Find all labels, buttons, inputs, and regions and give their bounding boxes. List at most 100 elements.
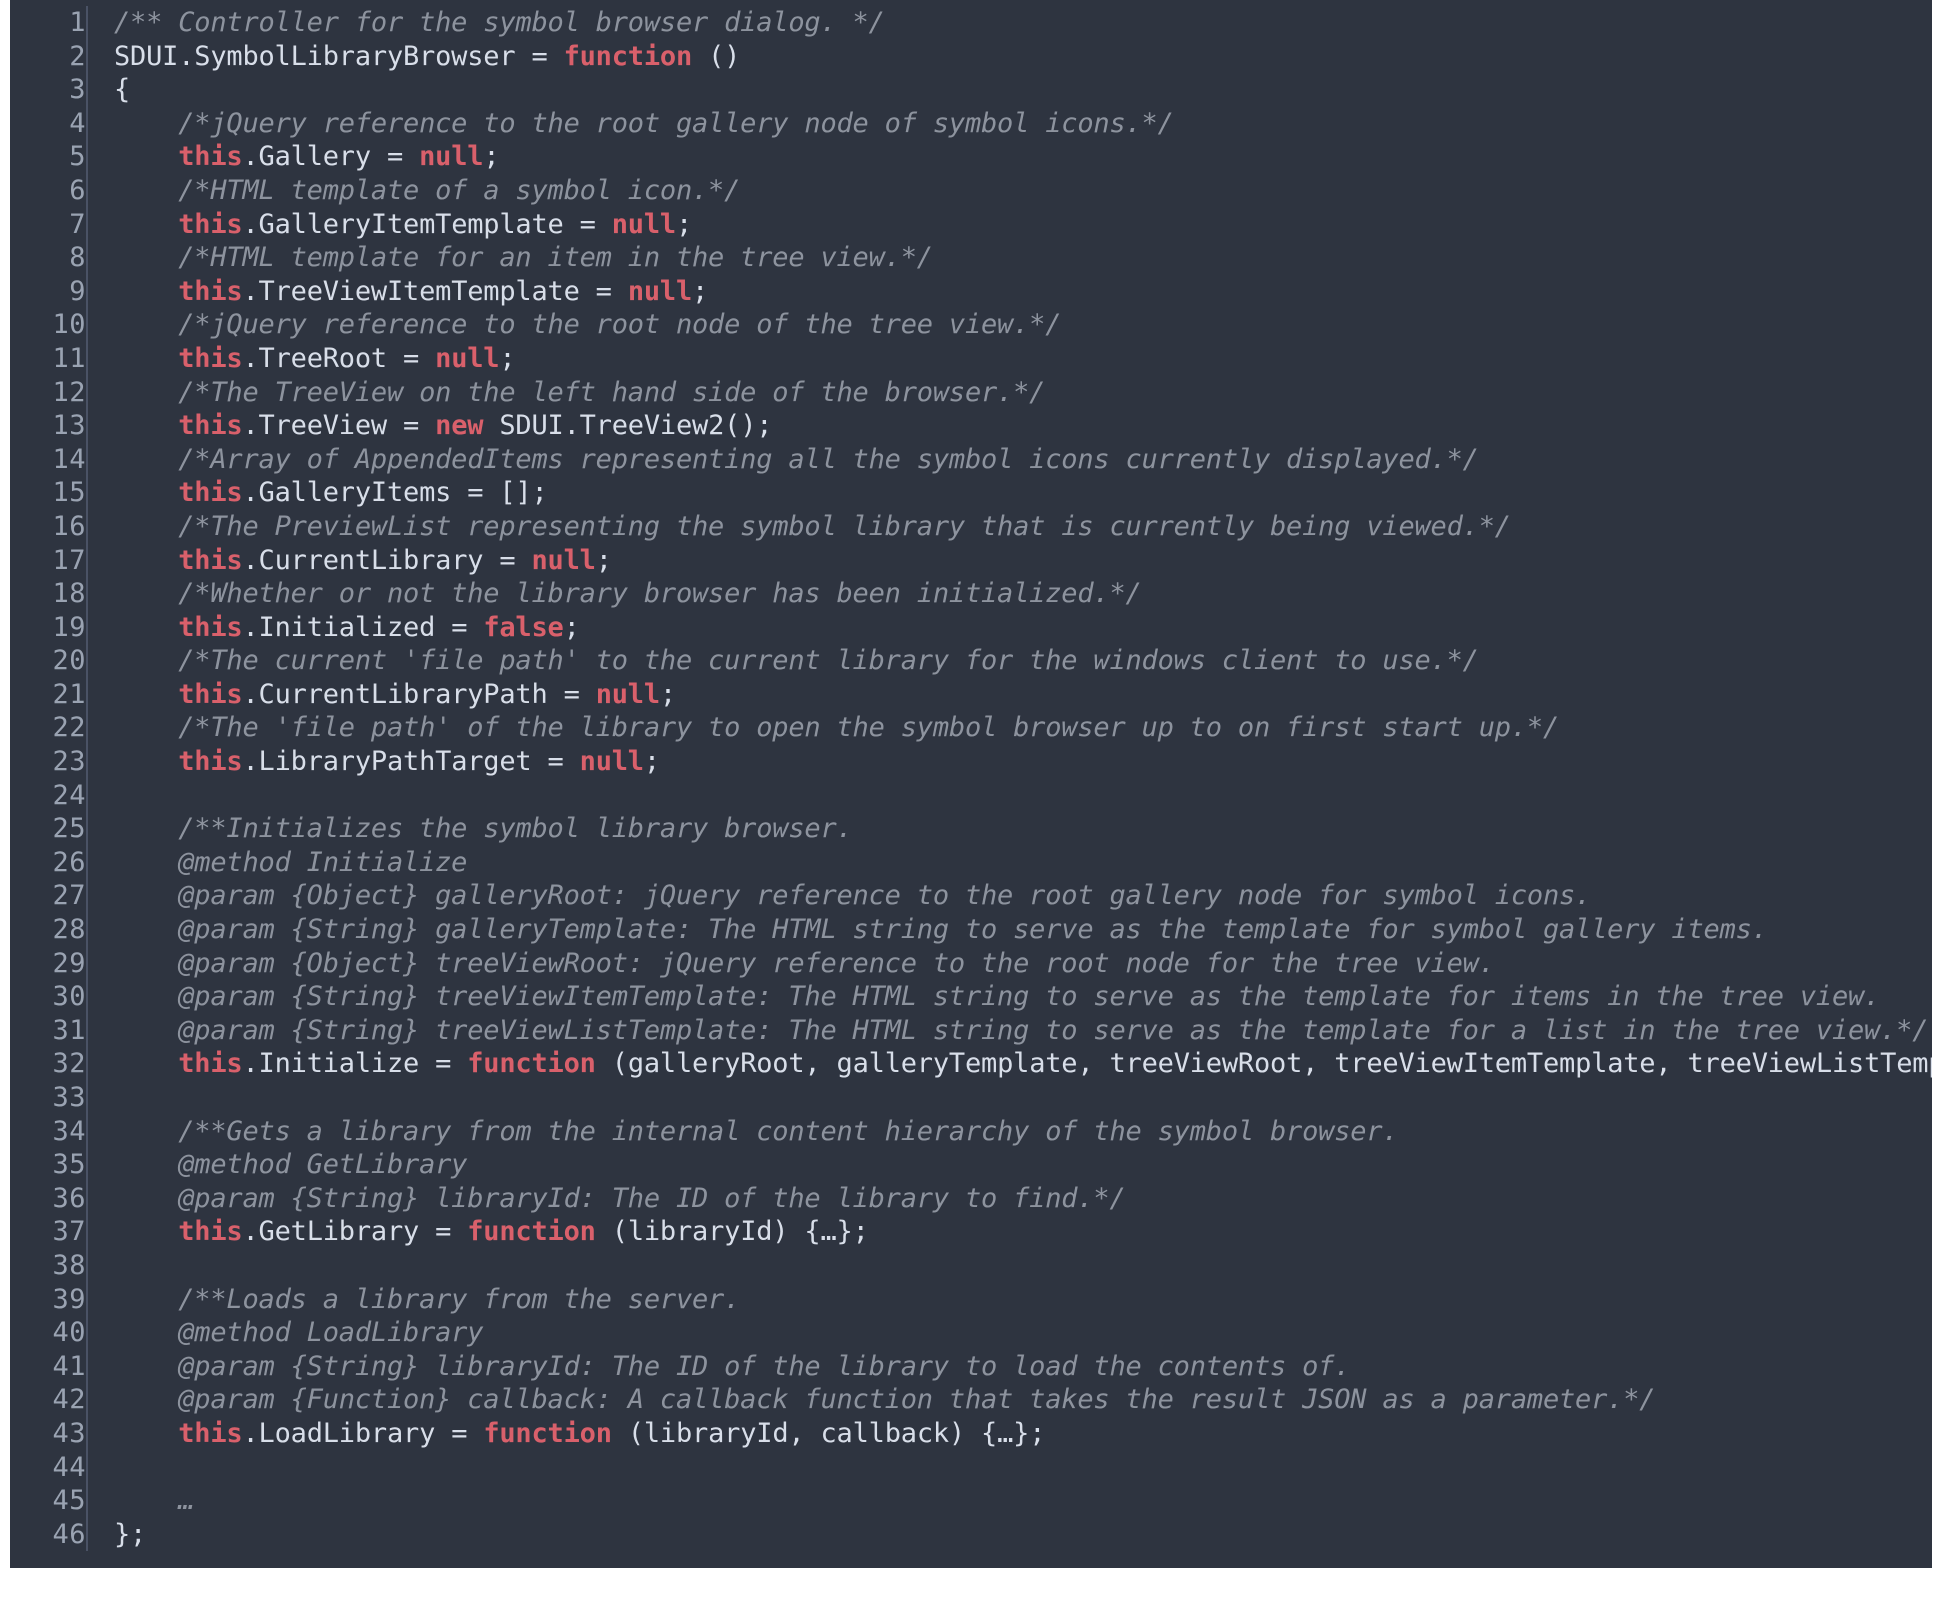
code-token-comment: /*The current 'file path' to the current… — [178, 645, 1479, 677]
code-line[interactable]: @method Initialize — [114, 846, 1932, 880]
code-token-comment: @method Initialize — [178, 846, 468, 878]
code-line[interactable]: /*jQuery reference to the root gallery n… — [114, 107, 1932, 141]
code-line[interactable]: /** Controller for the symbol browser di… — [114, 6, 1932, 40]
code-token-keyword: this — [178, 611, 243, 643]
code-token-keyword: this — [178, 342, 243, 374]
code-line[interactable]: @param {Object} galleryRoot: jQuery refe… — [114, 879, 1932, 913]
code-token-keyword: new — [435, 410, 484, 442]
line-number: 16 — [52, 510, 86, 542]
code-line[interactable]: @param {Function} callback: A callback f… — [114, 1383, 1932, 1417]
code-token-keyword: this — [178, 1417, 243, 1449]
line-number: 28 — [52, 914, 86, 946]
line-number: 25 — [52, 813, 86, 845]
code-line[interactable]: this.Gallery = null; — [114, 140, 1932, 174]
line-number: 8 — [69, 242, 86, 274]
code-token-keyword: this — [178, 141, 243, 173]
page-left-margin — [0, 0, 10, 1600]
code-line[interactable]: /**Gets a library from the internal cont… — [114, 1115, 1932, 1149]
code-token-comment: /**Gets a library from the internal cont… — [178, 1115, 1399, 1147]
code-line[interactable]: /*jQuery reference to the root node of t… — [114, 308, 1932, 342]
code-token-keyword: null — [611, 208, 676, 240]
code-line[interactable]: /*Whether or not the library browser has… — [114, 577, 1932, 611]
code-line[interactable]: /*The PreviewList representing the symbo… — [114, 510, 1932, 544]
code-token-keyword: this — [178, 1216, 243, 1248]
code-line[interactable]: this.CurrentLibrary = null; — [114, 544, 1932, 578]
code-line[interactable]: @param {String} libraryId: The ID of the… — [114, 1350, 1932, 1384]
code-line[interactable]: /**Loads a library from the server. — [114, 1283, 1932, 1317]
code-line[interactable]: /*The TreeView on the left hand side of … — [114, 376, 1932, 410]
code-line[interactable]: this.GalleryItems = []; — [114, 476, 1932, 510]
line-number: 2 — [69, 40, 86, 72]
code-token-keyword: null — [627, 275, 693, 307]
line-number: 41 — [52, 1350, 86, 1382]
code-line[interactable]: /*HTML template of a symbol icon.*/ — [114, 174, 1932, 208]
line-number: 40 — [52, 1317, 86, 1349]
code-line[interactable] — [114, 1249, 1932, 1283]
code-line[interactable]: this.Initialized = false; — [114, 611, 1932, 645]
code-line[interactable]: this.GalleryItemTemplate = null; — [114, 208, 1932, 242]
code-line[interactable] — [114, 1451, 1932, 1485]
code-line[interactable]: @method LoadLibrary — [114, 1316, 1932, 1350]
line-number: 26 — [52, 846, 86, 878]
code-line[interactable]: /*Array of AppendedItems representing al… — [114, 443, 1932, 477]
line-number: 46 — [52, 1518, 86, 1550]
code-line[interactable]: /*HTML template for an item in the tree … — [114, 241, 1932, 275]
code-token-plain: .GalleryItems = []; — [242, 477, 548, 509]
line-number: 36 — [52, 1182, 86, 1214]
code-line[interactable]: this.Initialize = function (galleryRoot,… — [114, 1047, 1932, 1081]
code-token-plain: .LoadLibrary = — [242, 1417, 484, 1449]
line-number: 43 — [52, 1417, 86, 1449]
line-number: 39 — [52, 1283, 86, 1315]
code-line[interactable]: @param {String} treeViewListTemplate: Th… — [114, 1014, 1932, 1048]
code-line[interactable]: /*The current 'file path' to the current… — [114, 644, 1932, 678]
code-line[interactable]: @param {String} galleryTemplate: The HTM… — [114, 913, 1932, 947]
code-line[interactable]: { — [114, 73, 1932, 107]
code-line[interactable]: this.TreeRoot = null; — [114, 342, 1932, 376]
code-token-comment: /*HTML template of a symbol icon.*/ — [178, 174, 741, 206]
code-line[interactable]: @param {String} treeViewItemTemplate: Th… — [114, 980, 1932, 1014]
code-token-plain: .Initialized = — [242, 611, 484, 643]
code-line[interactable]: /*The 'file path' of the library to open… — [114, 711, 1932, 745]
code-line[interactable]: @method GetLibrary — [114, 1148, 1932, 1182]
code-token-comment: /**Loads a library from the server. — [178, 1283, 741, 1315]
code-line[interactable] — [114, 1081, 1932, 1115]
code-line[interactable] — [114, 779, 1932, 813]
line-number: 18 — [52, 578, 86, 610]
code-line[interactable]: … — [114, 1484, 1932, 1518]
code-line[interactable]: this.LoadLibrary = function (libraryId, … — [114, 1417, 1932, 1451]
line-number: 15 — [52, 477, 86, 509]
line-number: 4 — [69, 107, 86, 139]
line-number: 42 — [52, 1384, 86, 1416]
line-number: 45 — [52, 1485, 86, 1517]
code-line[interactable]: /**Initializes the symbol library browse… — [114, 812, 1932, 846]
code-line[interactable]: this.TreeViewItemTemplate = null; — [114, 275, 1932, 309]
code-token-plain: .CurrentLibraryPath = — [242, 678, 596, 710]
code-content[interactable]: /** Controller for the symbol browser di… — [88, 6, 1932, 1551]
code-line[interactable]: this.CurrentLibraryPath = null; — [114, 678, 1932, 712]
code-line[interactable]: SDUI.SymbolLibraryBrowser = function () — [114, 40, 1932, 74]
code-line[interactable]: this.GetLibrary = function (libraryId) {… — [114, 1215, 1932, 1249]
code-line[interactable]: @param {String} libraryId: The ID of the… — [114, 1182, 1932, 1216]
code-line[interactable]: @param {Object} treeViewRoot: jQuery ref… — [114, 947, 1932, 981]
code-token-plain: .Gallery = — [242, 141, 420, 173]
code-line[interactable]: this.TreeView = new SDUI.TreeView2(); — [114, 409, 1932, 443]
code-viewer[interactable]: 1 2 3 4 5 6 7 8 9 10 11 12 13 14 15 16 17 18 19 20 21 22 23 24 2… — [10, 0, 1932, 1568]
code-token-keyword: function — [483, 1417, 612, 1449]
code-line[interactable]: this.LibraryPathTarget = null; — [114, 745, 1932, 779]
code-token-comment: @method GetLibrary — [178, 1149, 468, 1181]
line-number: 9 — [69, 275, 86, 307]
code-line[interactable]: }; — [114, 1518, 1932, 1552]
line-number: 24 — [52, 779, 86, 811]
